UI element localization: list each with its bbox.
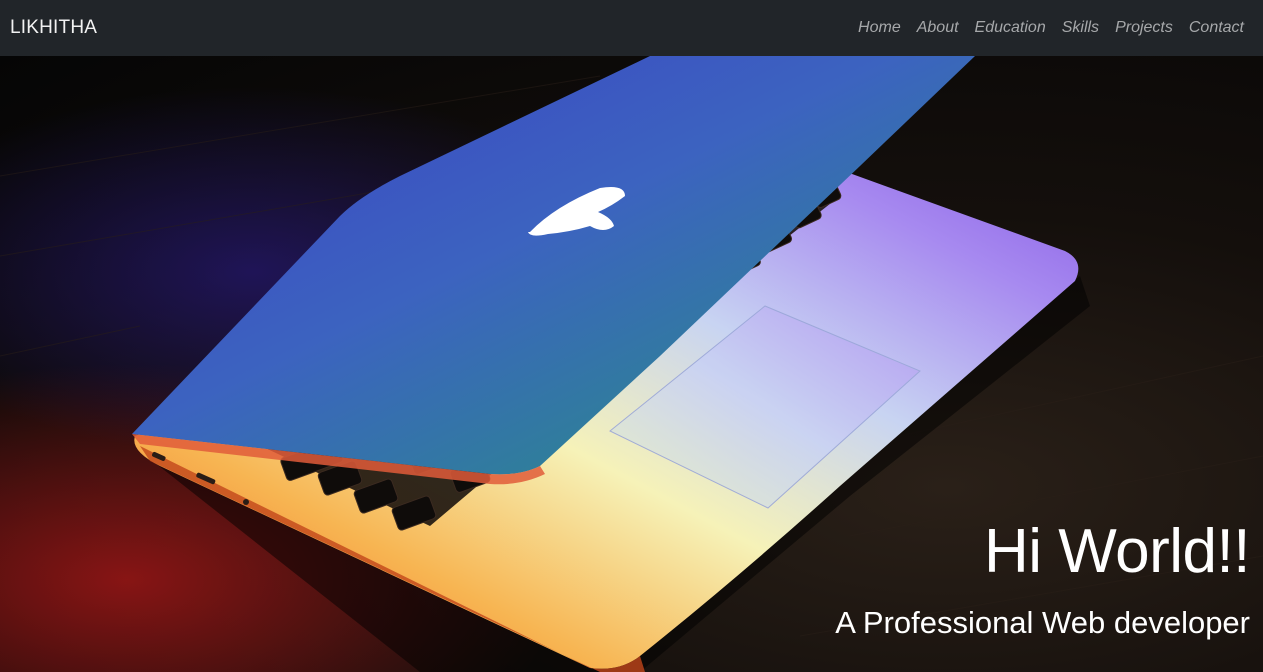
nav-links: Home About Education Skills Projects Con… (858, 19, 1244, 37)
nav-link-about[interactable]: About (917, 19, 959, 37)
navbar: LIKHITHA Home About Education Skills Pro… (0, 0, 1263, 56)
nav-link-projects[interactable]: Projects (1115, 19, 1173, 37)
hero-title: Hi World!! (983, 517, 1251, 586)
nav-link-education[interactable]: Education (975, 19, 1046, 37)
nav-link-contact[interactable]: Contact (1189, 19, 1244, 37)
nav-link-home[interactable]: Home (858, 19, 901, 37)
nav-link-skills[interactable]: Skills (1062, 19, 1099, 37)
hero-subtitle: A Professional Web developer (835, 605, 1250, 640)
hero-text: Hi World!! A Professional Web developer (835, 517, 1251, 640)
brand-logo[interactable]: LIKHITHA (10, 17, 97, 39)
hero-section: Hi World!! A Professional Web developer (0, 56, 1263, 672)
